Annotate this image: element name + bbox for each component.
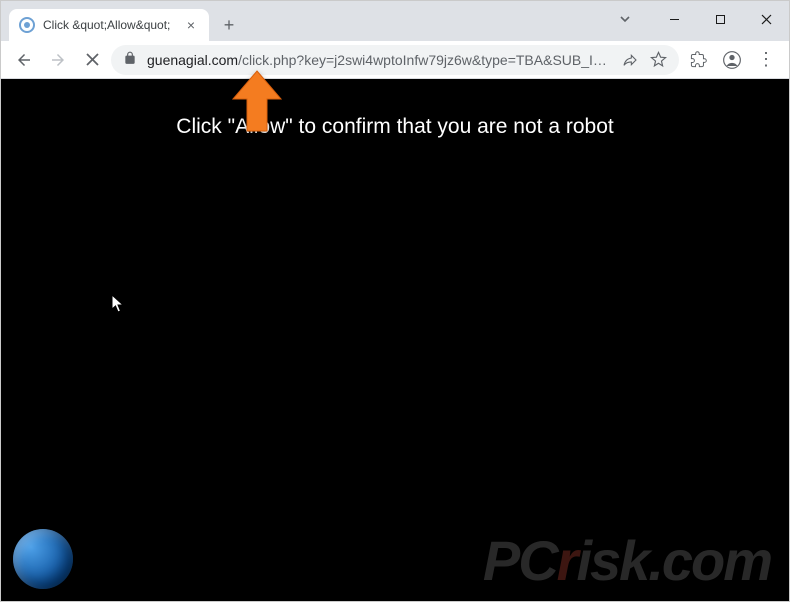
- orange-arrow-icon: [229, 69, 285, 139]
- minimize-icon: [669, 14, 680, 25]
- maximize-button[interactable]: [697, 4, 743, 34]
- bookmark-button[interactable]: [649, 51, 667, 69]
- share-icon: [622, 52, 638, 68]
- extensions-button[interactable]: [683, 45, 713, 75]
- kebab-icon: ⋮: [757, 49, 775, 70]
- url-path: /click.php?key=j2swi4wptoInfw79jz6w&type…: [238, 52, 611, 68]
- minimize-button[interactable]: [651, 4, 697, 34]
- watermark-suffix: isk.com: [576, 529, 771, 592]
- watermark: PCrisk.com: [483, 528, 771, 593]
- tabs-dropdown-button[interactable]: [609, 4, 641, 34]
- chevron-down-icon: [619, 13, 631, 25]
- lock-icon: [123, 51, 137, 68]
- back-button[interactable]: [9, 45, 39, 75]
- person-icon: [722, 50, 742, 70]
- menu-button[interactable]: ⋮: [751, 45, 781, 75]
- tab-close-button[interactable]: ×: [183, 17, 199, 33]
- url-domain: guenagial.com: [147, 52, 238, 68]
- window-controls: [609, 1, 789, 37]
- tab-strip: Click &quot;Allow&quot; × +: [1, 1, 789, 41]
- blue-sphere-decoration: [13, 529, 73, 589]
- page-content: Click "Allow" to confirm that you are no…: [1, 79, 789, 601]
- stop-button[interactable]: [77, 45, 107, 75]
- puzzle-icon: [690, 51, 707, 68]
- address-bar[interactable]: guenagial.com/click.php?key=j2swi4wptoIn…: [111, 45, 679, 75]
- annotation-arrow: [229, 69, 285, 144]
- favicon-spinner-icon: [19, 17, 35, 33]
- toolbar: guenagial.com/click.php?key=j2swi4wptoIn…: [1, 41, 789, 79]
- mouse-cursor: [111, 294, 125, 319]
- star-icon: [650, 51, 667, 68]
- forward-button[interactable]: [43, 45, 73, 75]
- tab-title: Click &quot;Allow&quot;: [43, 18, 175, 32]
- new-tab-button[interactable]: +: [215, 11, 243, 39]
- window-close-button[interactable]: [743, 4, 789, 34]
- cursor-icon: [111, 294, 125, 314]
- account-button[interactable]: [717, 45, 747, 75]
- watermark-red: r: [557, 529, 577, 592]
- arrow-left-icon: [15, 51, 33, 69]
- maximize-icon: [715, 14, 726, 25]
- watermark-prefix: PC: [483, 529, 557, 592]
- url-text: guenagial.com/click.php?key=j2swi4wptoIn…: [147, 52, 611, 68]
- browser-window: Click &quot;Allow&quot; × +: [0, 0, 790, 602]
- scam-message: Click "Allow" to confirm that you are no…: [1, 115, 789, 139]
- share-button[interactable]: [621, 51, 639, 69]
- close-icon: [761, 14, 772, 25]
- arrow-right-icon: [49, 51, 67, 69]
- close-icon: ×: [187, 17, 195, 33]
- stop-icon: [85, 52, 100, 67]
- browser-tab[interactable]: Click &quot;Allow&quot; ×: [9, 9, 209, 41]
- plus-icon: +: [224, 15, 235, 36]
